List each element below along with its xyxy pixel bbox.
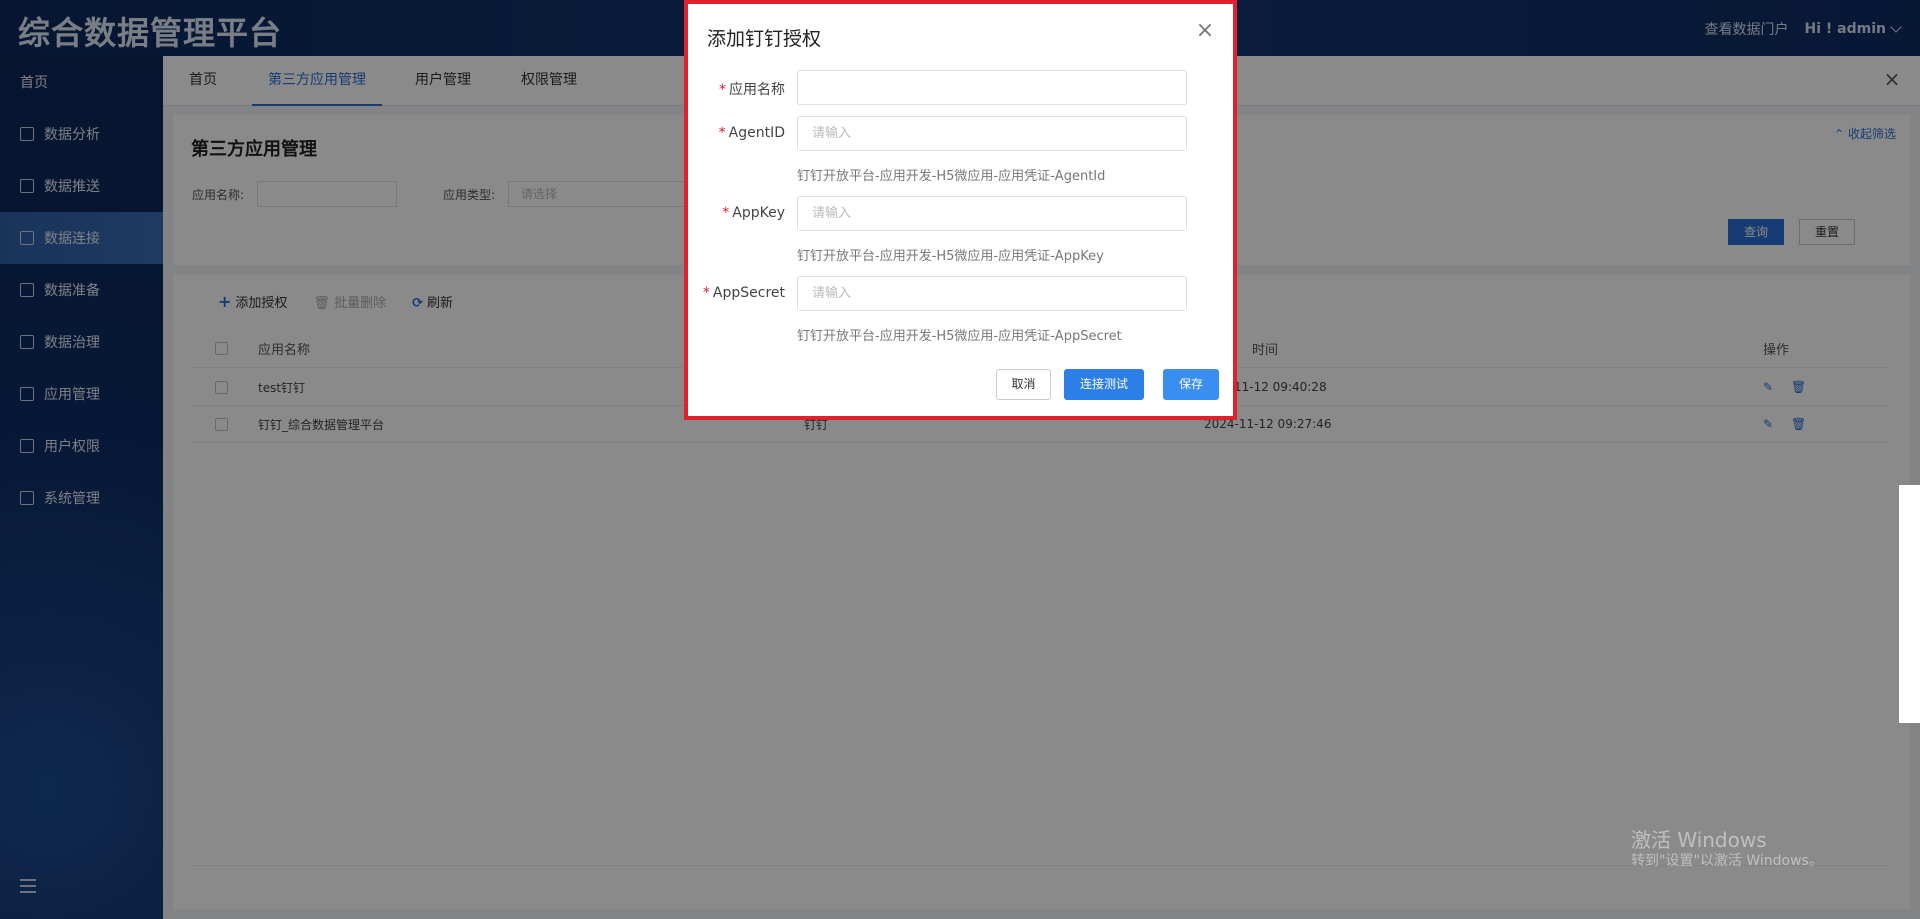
appsecret-field-label-text: AppSecret — [712, 285, 785, 301]
windows-watermark-title: 激活 Windows — [1631, 828, 1767, 852]
app-name-field-label-text: 应用名称 — [729, 82, 785, 98]
connection-test-button[interactable]: 连接测试 — [1064, 369, 1144, 400]
save-button[interactable]: 保存 — [1163, 369, 1219, 400]
agentid-field[interactable]: 请输入 — [797, 116, 1187, 151]
dialog-title: 添加钉钉授权 — [707, 28, 822, 50]
appsecret-field[interactable]: 请输入 — [797, 276, 1187, 311]
agentid-field-label: * AgentID — [718, 125, 785, 141]
appkey-field-label: * AppKey — [722, 205, 785, 221]
agentid-field-label-text: AgentID — [728, 125, 785, 141]
app-name-field-label: * 应用名称 — [719, 82, 785, 98]
close-icon[interactable]: × — [1193, 20, 1217, 44]
windows-watermark-subtitle: 转到"设置"以激活 Windows。 — [1631, 853, 1823, 869]
appkey-field[interactable]: 请输入 — [797, 196, 1187, 231]
add-dingtalk-dialog: 添加钉钉授权 × * 应用名称 * AgentID 请输入 钉钉开放平台-应用开发-… — [684, 0, 1237, 420]
appkey-hint: 钉钉开放平台-应用开发-H5微应用-应用凭证-AppKey — [797, 249, 1104, 264]
appsecret-hint: 钉钉开放平台-应用开发-H5微应用-应用凭证-AppSecret — [797, 329, 1122, 344]
appsecret-field-label: * AppSecret — [702, 285, 785, 301]
appkey-field-label-text: AppKey — [732, 205, 785, 221]
cancel-button[interactable]: 取消 — [996, 369, 1051, 400]
app-name-field[interactable] — [797, 70, 1187, 105]
agentid-hint: 钉钉开放平台-应用开发-H5微应用-应用凭证-AgentId — [797, 169, 1106, 184]
side-panel-strip — [1899, 485, 1920, 723]
